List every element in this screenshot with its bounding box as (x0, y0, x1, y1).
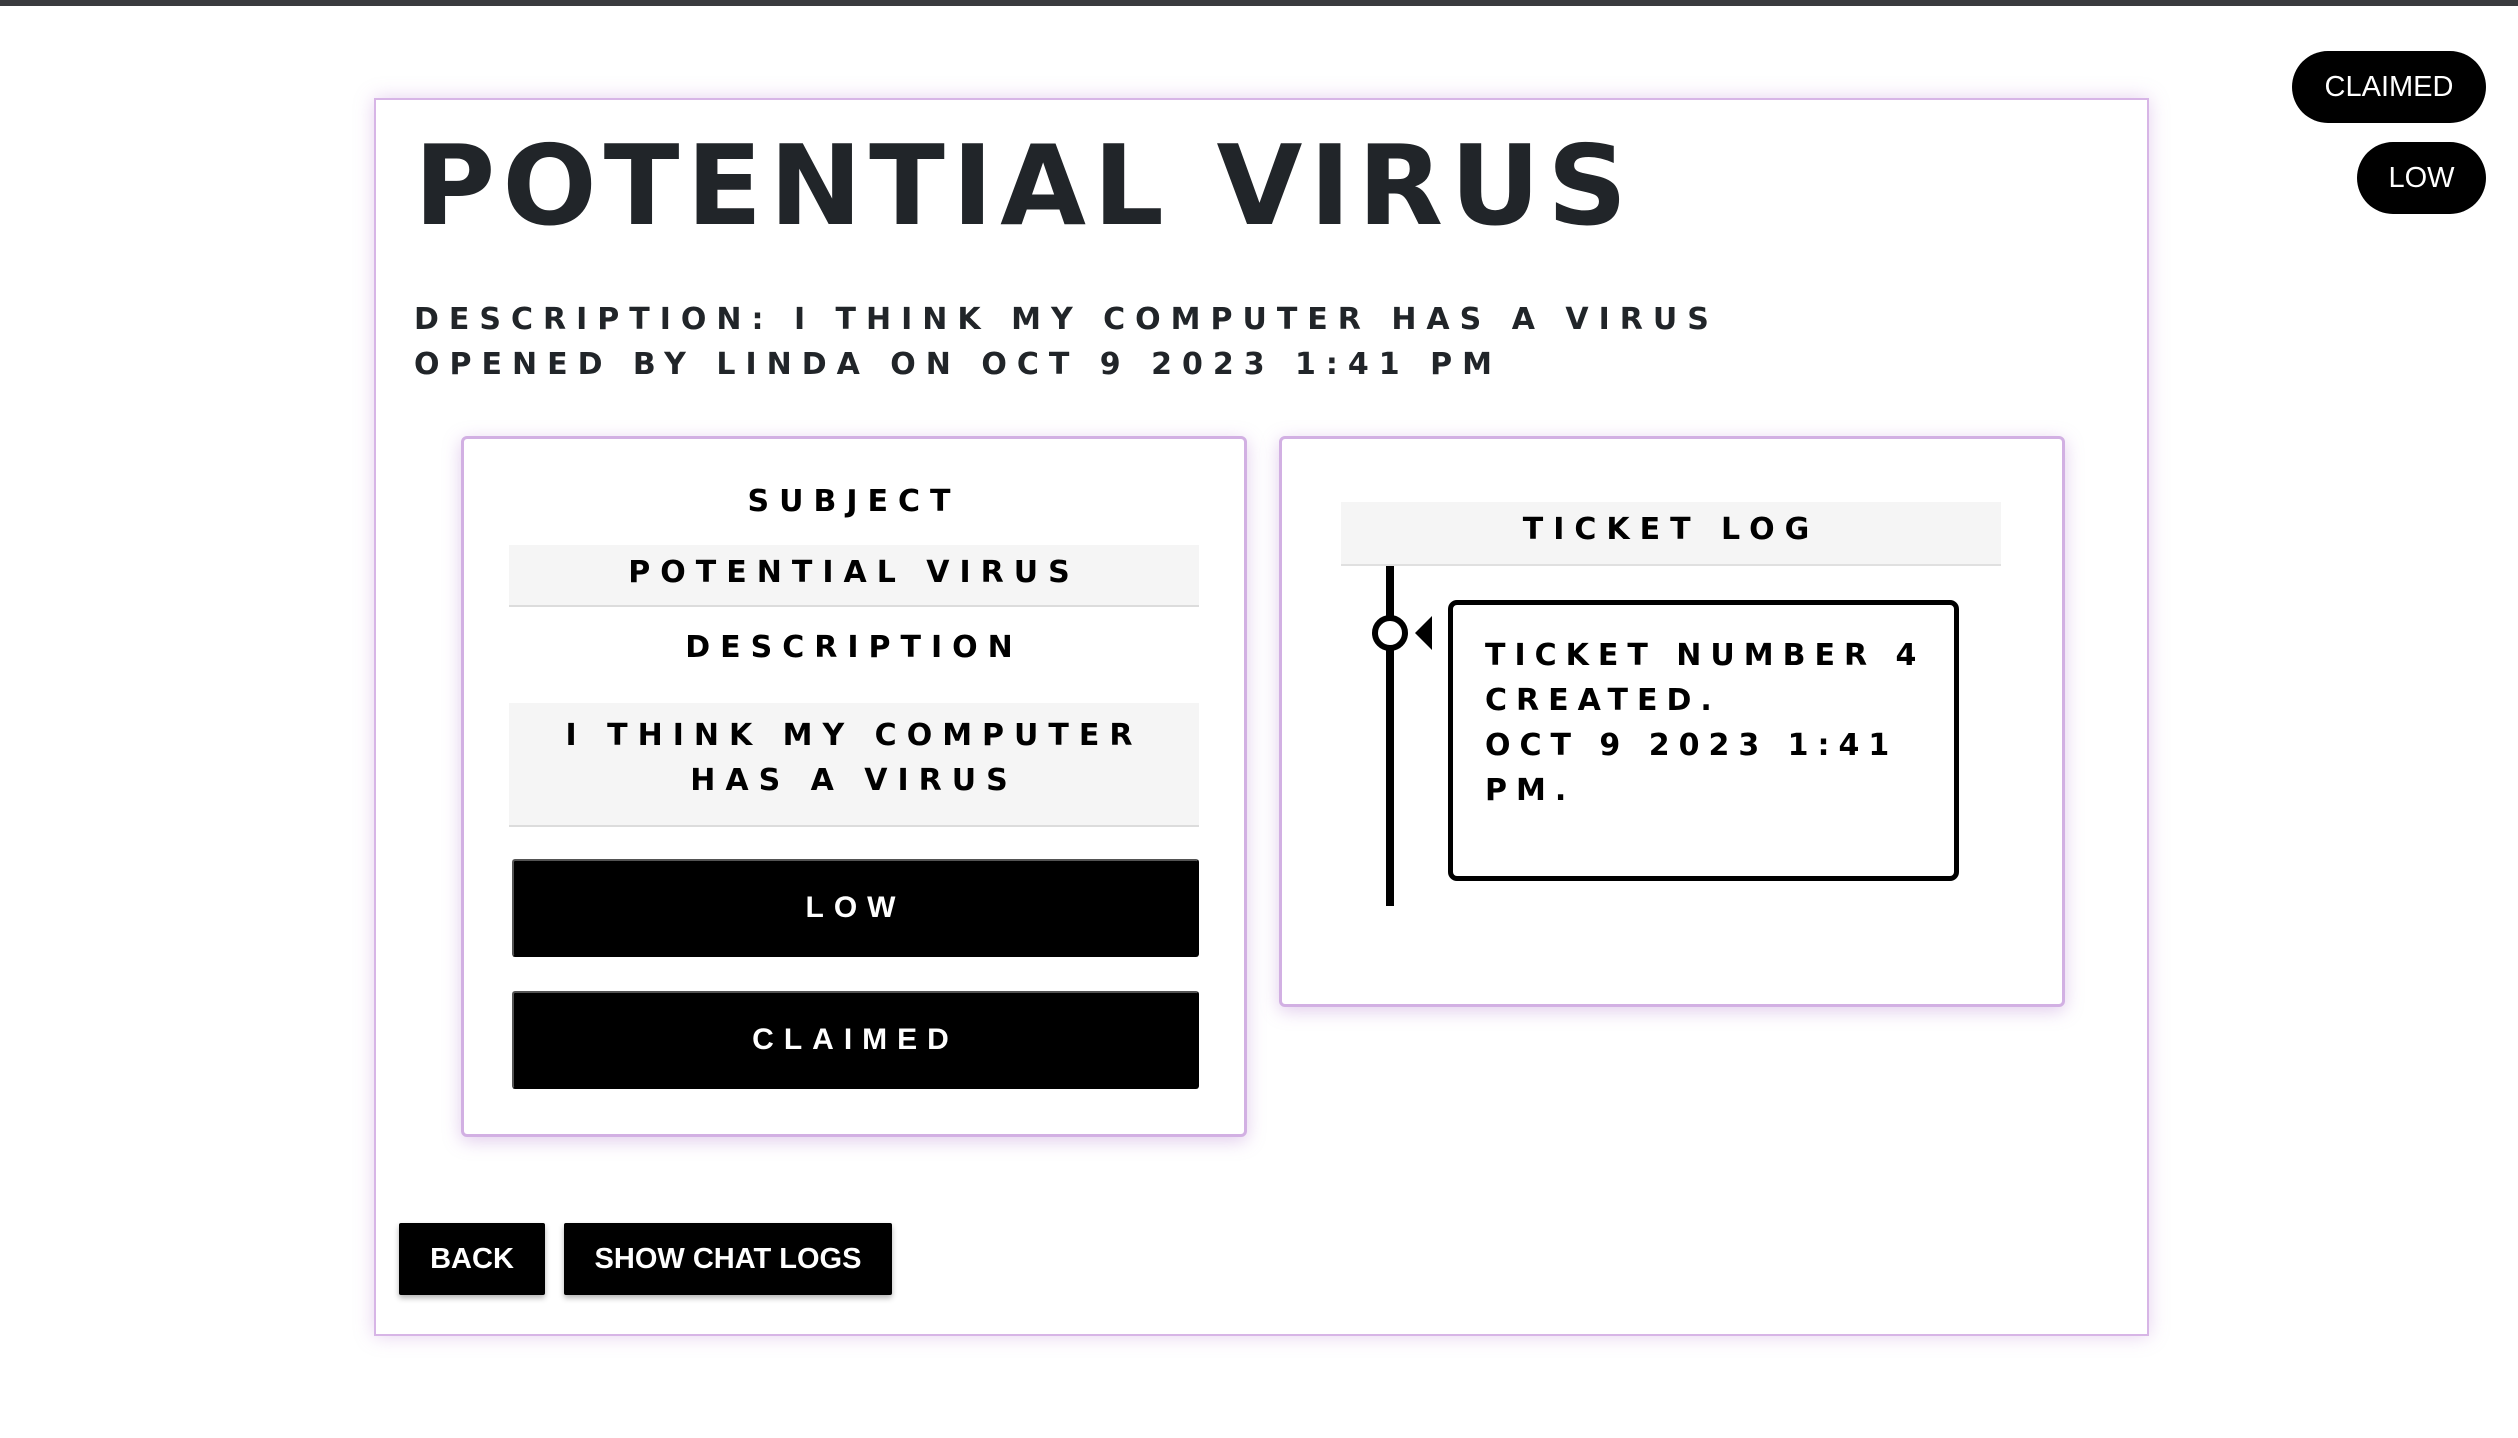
description-value: I THINK MY COMPUTER HAS A VIRUS (509, 703, 1199, 827)
priority-button[interactable]: LOW (512, 859, 1199, 957)
ticket-details-panel: SUBJECT POTENTIAL VIRUS DESCRIPTION I TH… (461, 436, 1247, 1137)
back-button[interactable]: BACK (399, 1223, 545, 1295)
status-button[interactable]: CLAIMED (512, 991, 1199, 1089)
ticket-opened-line: OPENED BY LINDA ON OCT 9 2023 1:41 PM (414, 347, 1502, 382)
subject-value: POTENTIAL VIRUS (509, 545, 1199, 607)
status-badge: CLAIMED (2292, 51, 2486, 123)
log-entry-text: TICKET NUMBER 4 CREATED. OCT 9 2023 1:41… (1485, 633, 1945, 813)
ticket-log-heading: TICKET LOG (1341, 502, 2001, 566)
ticket-description-line: DESCRIPTION: I THINK MY COMPUTER HAS A V… (414, 302, 1719, 337)
priority-badge: LOW (2357, 142, 2486, 214)
ticket-card: POTENTIAL VIRUS DESCRIPTION: I THINK MY … (374, 98, 2149, 1336)
ticket-log-panel: TICKET LOG TICKET NUMBER 4 CREATED. OCT … (1279, 436, 2065, 1007)
window-top-border (0, 0, 2518, 6)
show-chat-logs-button[interactable]: SHOW CHAT LOGS (564, 1223, 892, 1295)
description-label: DESCRIPTION (685, 630, 1023, 665)
page-title: POTENTIAL VIRUS (414, 122, 1635, 251)
circle-icon (1372, 615, 1408, 651)
log-entry-message: TICKET NUMBER 4 CREATED. (1485, 638, 1926, 718)
log-entry-timestamp: OCT 9 2023 1:41 PM. (1485, 728, 1899, 808)
subject-label: SUBJECT (747, 484, 961, 519)
triangle-left-icon (1415, 616, 1432, 650)
log-entry: TICKET NUMBER 4 CREATED. OCT 9 2023 1:41… (1448, 600, 1959, 881)
